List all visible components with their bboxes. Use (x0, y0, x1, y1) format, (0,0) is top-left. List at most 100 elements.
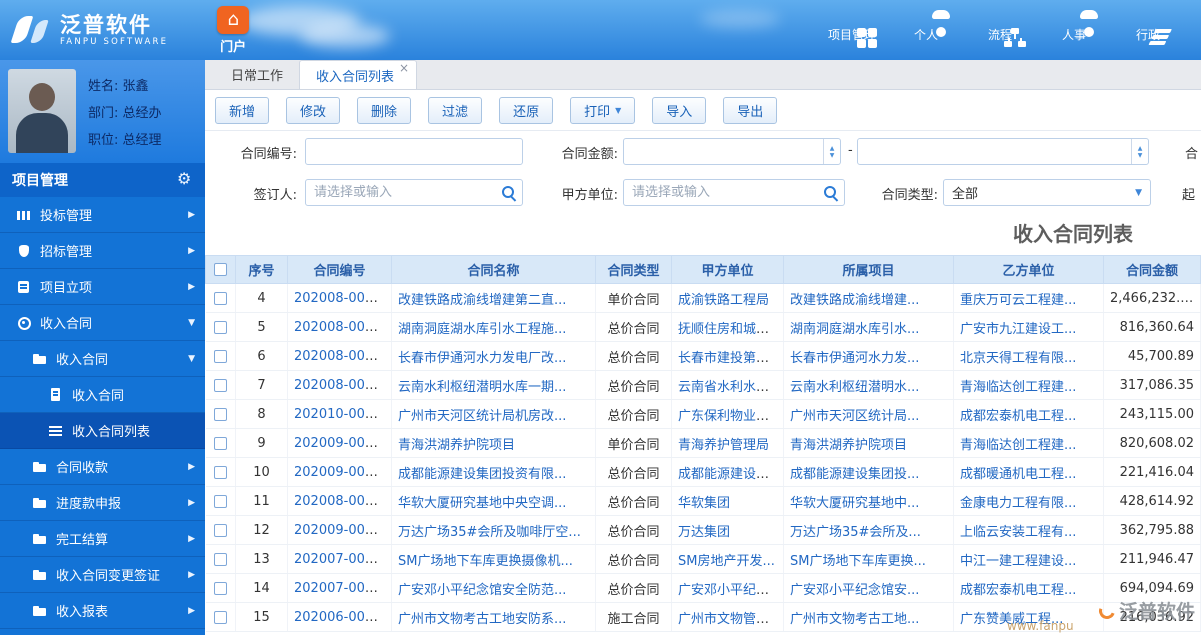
contract-name-link[interactable]: 广安邓小平纪念馆安全防范... (398, 583, 566, 598)
party-a-link[interactable]: 广东保利物业管... (678, 409, 781, 424)
party-b-link[interactable]: 青海临达创工程建... (960, 380, 1076, 395)
sidebar-item-contract-change-visa[interactable]: 收入合同变更签证 ▶ (0, 557, 205, 593)
row-checkbox[interactable] (213, 610, 227, 624)
header-nav-hr[interactable]: 人事 (1045, 23, 1103, 43)
sidebar-item-income-contract-list[interactable]: 收入合同列表 (0, 413, 205, 449)
spinner-arrows-icon[interactable]: ▲ ▼ (1131, 139, 1148, 164)
project-link[interactable]: SM广场地下车库更换... (790, 554, 926, 569)
contract-name-link[interactable]: 青海洪湖养护院项目 (398, 438, 515, 453)
row-checkbox[interactable] (213, 349, 227, 363)
project-link[interactable]: 广安邓小平纪念馆安... (790, 583, 919, 598)
row-checkbox[interactable] (213, 465, 227, 479)
contract-code-link[interactable]: 202009-00005 (294, 465, 390, 480)
party-a-link[interactable]: 成都能源建设集... (678, 467, 781, 482)
delete-button[interactable]: 删除 (357, 96, 412, 124)
contract-code-link[interactable]: 202008-00008 (294, 320, 390, 335)
tab-income-contract-list[interactable]: 收入合同列表 (299, 60, 418, 89)
project-link[interactable]: 青海洪湖养护院项目 (790, 438, 907, 453)
filter-button[interactable]: 过滤 (428, 96, 483, 124)
party-b-link[interactable]: 成都暖通机电工程... (960, 467, 1076, 482)
search-icon[interactable] (501, 185, 517, 201)
portal-button[interactable]: 门户 (210, 5, 256, 55)
contract-code-link[interactable]: 202010-00007 (294, 407, 390, 422)
sidebar-item-tender-management[interactable]: 招标管理 ▶ (0, 233, 205, 269)
row-checkbox[interactable] (213, 378, 227, 392)
sidebar-item-bid-management[interactable]: 投标管理 ▶ (0, 197, 205, 233)
party-b-link[interactable]: 成都宏泰机电工程... (960, 409, 1076, 424)
party-a-link[interactable]: 广州市文物管理研... (678, 612, 783, 627)
row-checkbox[interactable] (213, 581, 227, 595)
spinner-arrows-icon[interactable]: ▲ ▼ (823, 139, 840, 164)
party-b-link[interactable]: 金康电力工程有限... (960, 496, 1076, 511)
contract-name-link[interactable]: 改建铁路成渝线增建第二直... (398, 293, 566, 308)
header-nav-clipped[interactable] (1193, 23, 1201, 26)
project-link[interactable]: 万达广场35#会所及... (790, 525, 921, 540)
contract-name-link[interactable]: 长春市伊通河水力发电厂改... (398, 351, 566, 366)
row-checkbox[interactable] (213, 407, 227, 421)
sidebar-item-income-contract-group[interactable]: 收入合同 ▼ (0, 341, 205, 377)
gear-icon[interactable] (177, 169, 193, 188)
sidebar-item-progress-payment[interactable]: 进度款申报 ▶ (0, 485, 205, 521)
sidebar-item-contract-collection[interactable]: 合同收款 ▶ (0, 449, 205, 485)
contract-name-link[interactable]: 万达广场35#会所及咖啡厅空... (398, 525, 581, 540)
contract-code-link[interactable]: 202007-00003 (294, 552, 390, 567)
contract-name-link[interactable]: 广州市文物考古工地安防系... (398, 612, 566, 627)
party-b-link[interactable]: 中江一建工程建设... (960, 554, 1076, 569)
row-checkbox[interactable] (213, 494, 227, 508)
party-a-input[interactable] (623, 179, 845, 206)
close-icon[interactable] (399, 62, 411, 74)
project-link[interactable]: 改建铁路成渝线增建... (790, 293, 919, 308)
party-b-link[interactable]: 重庆万可云工程建... (960, 293, 1076, 308)
project-link[interactable]: 长春市伊通河水力发... (790, 351, 919, 366)
row-checkbox[interactable] (213, 291, 227, 305)
sidebar-item-income-report[interactable]: 收入报表 ▶ (0, 593, 205, 629)
row-checkbox[interactable] (213, 436, 227, 450)
contract-name-link[interactable]: 云南水利枢纽潜明水库一期... (398, 380, 566, 395)
sidebar-item-project-initiation[interactable]: 项目立项 ▶ (0, 269, 205, 305)
contract-no-input[interactable] (305, 138, 523, 165)
party-a-link[interactable]: 抚顺住房和城乡... (678, 322, 781, 337)
party-a-link[interactable]: 广安邓小平纪念... (678, 583, 781, 598)
row-checkbox[interactable] (213, 523, 227, 537)
party-b-link[interactable]: 上临云安装工程有... (960, 525, 1076, 540)
sidebar-item-completion-settlement[interactable]: 完工结算 ▶ (0, 521, 205, 557)
sidebar-section-header[interactable]: 项目管理 (0, 163, 205, 197)
contract-code-link[interactable]: 202008-00007 (294, 349, 390, 364)
party-b-link[interactable]: 青海临达创工程建... (960, 438, 1076, 453)
party-a-link[interactable]: SM房地产开发... (678, 554, 775, 569)
contract-code-link[interactable]: 202006-00005 (294, 610, 390, 625)
project-link[interactable]: 广州市文物考古工地... (790, 612, 919, 627)
contract-code-link[interactable]: 202008-00005 (294, 494, 390, 509)
select-all-checkbox[interactable] (214, 263, 227, 276)
header-nav-project-management[interactable]: 项目管理 (823, 23, 881, 43)
contract-name-link[interactable]: 广州市天河区统计局机房改... (398, 409, 566, 424)
contract-code-link[interactable]: 202008-00006 (294, 378, 390, 393)
import-button[interactable]: 导入 (652, 96, 707, 124)
contract-name-link[interactable]: 成都能源建设集团投资有限... (398, 467, 566, 482)
party-a-link[interactable]: 青海养护管理局 (678, 438, 769, 453)
party-a-link[interactable]: 长春市建投第一... (678, 351, 781, 366)
contract-code-link[interactable]: 202009-00006 (294, 436, 390, 451)
contract-code-link[interactable]: 202008-00009 (294, 291, 390, 306)
party-b-link[interactable]: 广安市九江建设工... (960, 322, 1076, 337)
project-link[interactable]: 成都能源建设集团投... (790, 467, 919, 482)
search-icon[interactable] (823, 185, 839, 201)
party-a-link[interactable]: 万达集团 (678, 525, 730, 540)
signer-input[interactable] (305, 179, 523, 206)
project-link[interactable]: 广州市天河区统计局... (790, 409, 919, 424)
header-nav-admin[interactable]: 行政 (1119, 23, 1177, 43)
header-nav-process[interactable]: 流程 (971, 23, 1029, 43)
header-nav-personal[interactable]: 个人 (897, 23, 955, 43)
party-a-link[interactable]: 云南省水利水电... (678, 380, 781, 395)
project-link[interactable]: 云南水利枢纽潜明水... (790, 380, 919, 395)
restore-button[interactable]: 还原 (499, 96, 554, 124)
contract-name-link[interactable]: 华软大厦研究基地中央空调... (398, 496, 566, 511)
amount-to-input[interactable] (857, 138, 1149, 165)
party-a-link[interactable]: 成渝铁路工程局 (678, 293, 769, 308)
contract-name-link[interactable]: SM广场地下车库更换摄像机... (398, 554, 573, 569)
row-checkbox[interactable] (213, 320, 227, 334)
contract-name-link[interactable]: 湖南洞庭湖水库引水工程施... (398, 322, 566, 337)
sidebar-item-income-contract[interactable]: 收入合同 ▼ (0, 305, 205, 341)
project-link[interactable]: 湖南洞庭湖水库引水... (790, 322, 919, 337)
party-b-link[interactable]: 广东赞美威工程... (960, 612, 1063, 627)
